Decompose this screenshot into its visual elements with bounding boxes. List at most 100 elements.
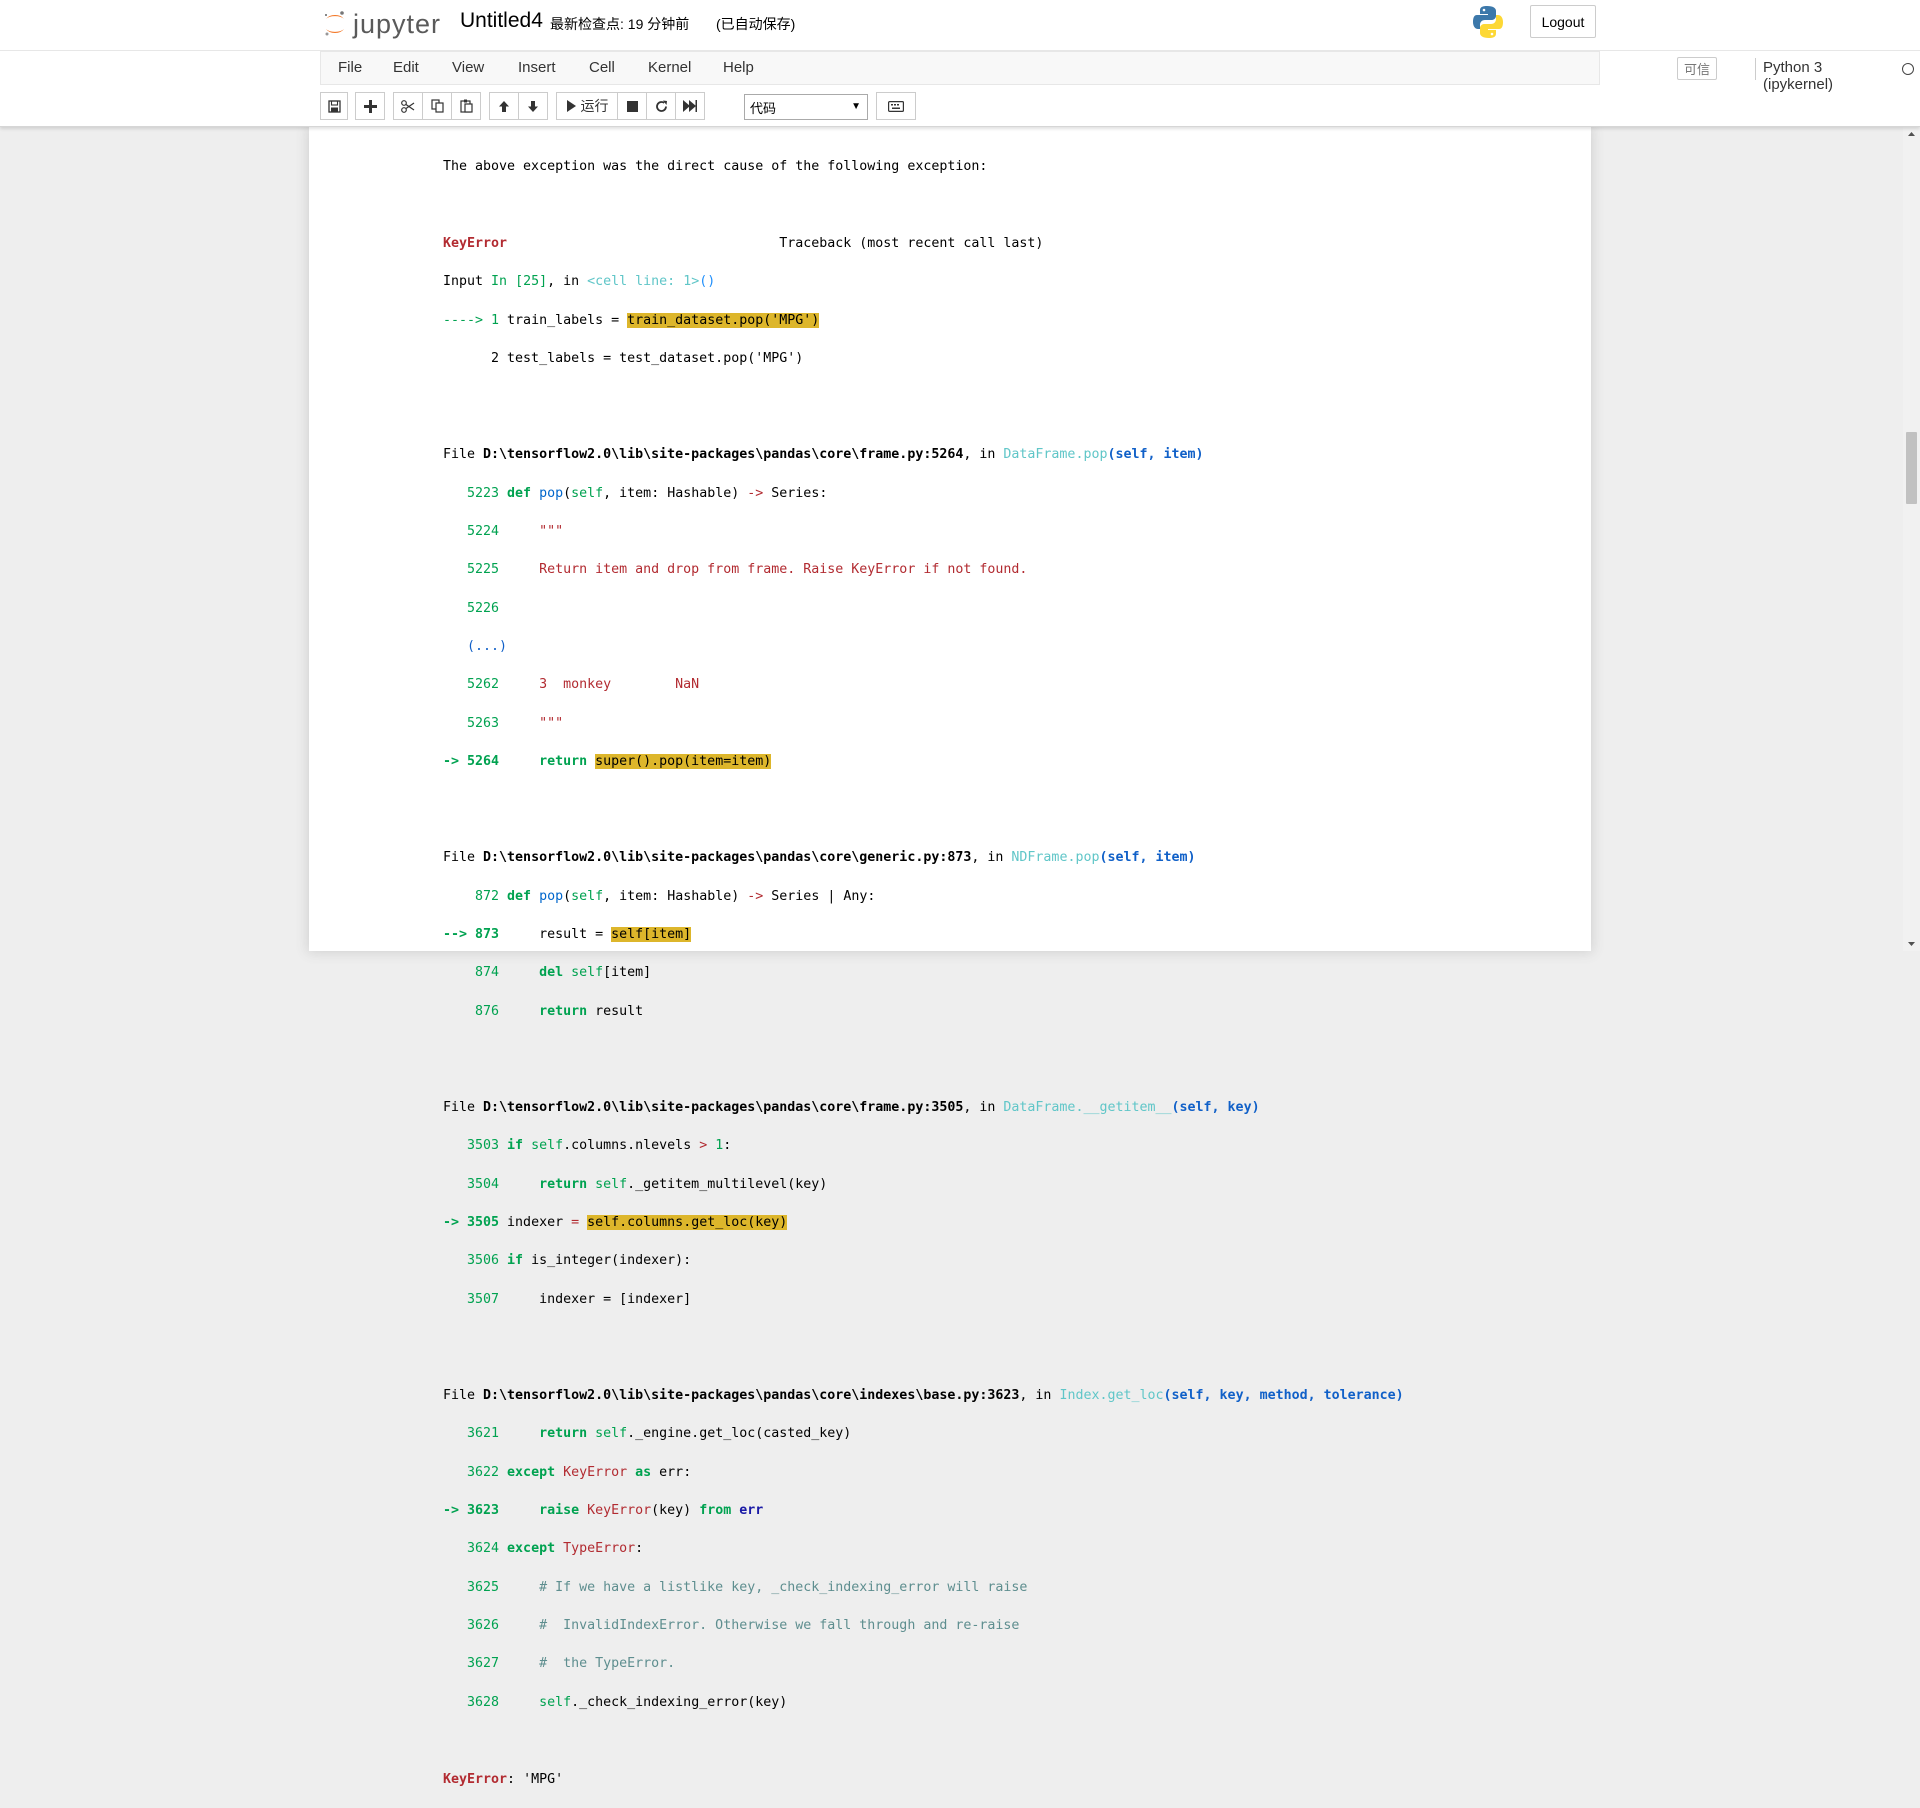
traceback-label: Traceback (most recent call last)	[507, 235, 1044, 251]
keyword: return	[507, 754, 596, 770]
self-keyword: self	[531, 1138, 564, 1154]
move-down-button[interactable]	[518, 92, 548, 120]
menu-file[interactable]: File	[338, 59, 362, 76]
line-number: 3626	[443, 1618, 508, 1634]
code-line: 3506 if is_integer(indexer):	[443, 1251, 1583, 1270]
line-number: 3503	[443, 1138, 508, 1154]
menu-insert[interactable]: Insert	[518, 59, 556, 76]
code-line-current: -> 5264 return super().pop(item=item)	[443, 752, 1583, 771]
file-in: , in	[1019, 1387, 1060, 1403]
error-name: KeyError	[443, 235, 508, 251]
restart-button[interactable]	[646, 92, 676, 120]
file-prefix: File	[443, 1387, 484, 1403]
code-line: 874 del self[item]	[443, 963, 1583, 982]
file-header-3: File D:\tensorflow2.0\lib\site-packages\…	[443, 1098, 1583, 1117]
header-top: jupyter Untitled4 最新检查点: 19 分钟前 (已自动保存) …	[0, 0, 1920, 51]
line-number: 5225	[443, 562, 508, 578]
notebook-title[interactable]: Untitled4	[460, 9, 543, 33]
menu-view[interactable]: View	[452, 59, 484, 76]
file-path[interactable]: D:\tensorflow2.0\lib\site-packages\panda…	[483, 447, 963, 462]
code-text: result	[595, 1003, 644, 1019]
code-line: 5226	[443, 599, 1583, 618]
python-logo-icon	[1473, 6, 1503, 38]
operator: ->	[747, 888, 764, 904]
code-line-current: -> 3623 raise KeyError(key) from err	[443, 1501, 1583, 1520]
function-link[interactable]: DataFrame.__getitem__	[1003, 1100, 1171, 1115]
keyword: except	[507, 1464, 564, 1480]
function-link[interactable]: NDFrame.pop	[1011, 850, 1099, 865]
func-name: pop	[539, 888, 564, 904]
menu-edit[interactable]: Edit	[393, 59, 419, 76]
run-label: 运行	[580, 98, 609, 114]
docstring: 3 monkey NaN	[507, 677, 700, 693]
keyword: raise	[507, 1502, 588, 1518]
page-scrollbar[interactable]	[1903, 127, 1920, 951]
highlighted-code: self.columns.get_loc(key)	[587, 1214, 788, 1230]
line-number: 5223	[443, 485, 508, 501]
keyword: def	[507, 485, 540, 501]
paste-button[interactable]	[451, 92, 481, 120]
code-text: :	[507, 1771, 524, 1787]
input-cell-link[interactable]: <cell line: 1>	[587, 274, 699, 289]
scroll-up-icon[interactable]	[1903, 127, 1920, 141]
cell-type-select[interactable]: 代码 ▼	[744, 94, 868, 120]
menu-help[interactable]: Help	[723, 59, 754, 76]
function-link[interactable]: DataFrame.pop	[1003, 447, 1107, 462]
kernel-idle-icon	[1902, 63, 1914, 75]
interrupt-button[interactable]	[617, 92, 647, 120]
chevron-down-icon: ▼	[851, 101, 861, 112]
line-number: 3504	[443, 1176, 508, 1192]
arrow-down-icon	[528, 100, 538, 112]
autosave-status: (已自动保存)	[716, 16, 796, 32]
run-button[interactable]: 运行	[556, 92, 618, 120]
file-header-2: File D:\tensorflow2.0\lib\site-packages\…	[443, 848, 1583, 867]
menu-cell[interactable]: Cell	[589, 59, 615, 76]
file-path[interactable]: D:\tensorflow2.0\lib\site-packages\panda…	[483, 1388, 1019, 1403]
kernel-name[interactable]: Python 3 (ipykernel)	[1763, 59, 1833, 93]
keyword: if	[507, 1138, 532, 1154]
menu-kernel[interactable]: Kernel	[648, 59, 691, 76]
copy-button[interactable]	[422, 92, 452, 120]
code-line: 5263 """	[443, 714, 1583, 733]
code-text: , item: Hashable)	[603, 485, 748, 501]
insert-cell-button[interactable]	[355, 92, 385, 120]
fast-forward-icon	[683, 100, 697, 112]
error-arrow: -> 3623	[443, 1502, 508, 1518]
cut-button[interactable]	[393, 92, 423, 120]
code-line: 3622 except KeyError as err:	[443, 1463, 1583, 1482]
function-link[interactable]: Index.get_loc	[1059, 1388, 1163, 1403]
file-prefix: File	[443, 447, 484, 463]
menubar: File Edit View Insert Cell Kernel Help 可…	[320, 51, 1914, 93]
docstring: Return item and drop from frame. Raise K…	[507, 562, 1028, 578]
scrollbar-thumb[interactable]	[1906, 432, 1917, 504]
input-paren: ()	[699, 274, 716, 290]
operator: =	[571, 1214, 580, 1230]
code-text: indexer = [indexer]	[507, 1291, 692, 1307]
jupyter-logo[interactable]: jupyter	[323, 6, 441, 42]
file-header-1: File D:\tensorflow2.0\lib\site-packages\…	[443, 445, 1583, 464]
file-path[interactable]: D:\tensorflow2.0\lib\site-packages\panda…	[483, 1100, 963, 1115]
restart-run-all-button[interactable]	[675, 92, 705, 120]
keyword: del	[507, 965, 572, 981]
logout-button[interactable]: Logout	[1530, 5, 1596, 38]
error-message: 'MPG'	[523, 1771, 564, 1787]
comment: # the TypeError.	[507, 1656, 676, 1672]
code-line: 3621 return self._engine.get_loc(casted_…	[443, 1424, 1583, 1443]
command-palette-button[interactable]	[876, 92, 916, 120]
move-up-button[interactable]	[489, 92, 519, 120]
save-button[interactable]	[320, 92, 348, 120]
code-line: 3628 self._check_indexing_error(key)	[443, 1693, 1583, 1712]
operator: >	[699, 1138, 708, 1154]
trusted-indicator[interactable]: 可信	[1677, 57, 1717, 80]
scroll-down-icon[interactable]	[1903, 937, 1920, 951]
code-line: 3503 if self.columns.nlevels > 1:	[443, 1136, 1583, 1155]
number: 1	[707, 1138, 724, 1154]
run-icon	[566, 100, 576, 112]
file-path[interactable]: D:\tensorflow2.0\lib\site-packages\panda…	[483, 850, 971, 865]
code-line-1: ----> 1 train_labels = train_dataset.pop…	[443, 311, 1583, 330]
